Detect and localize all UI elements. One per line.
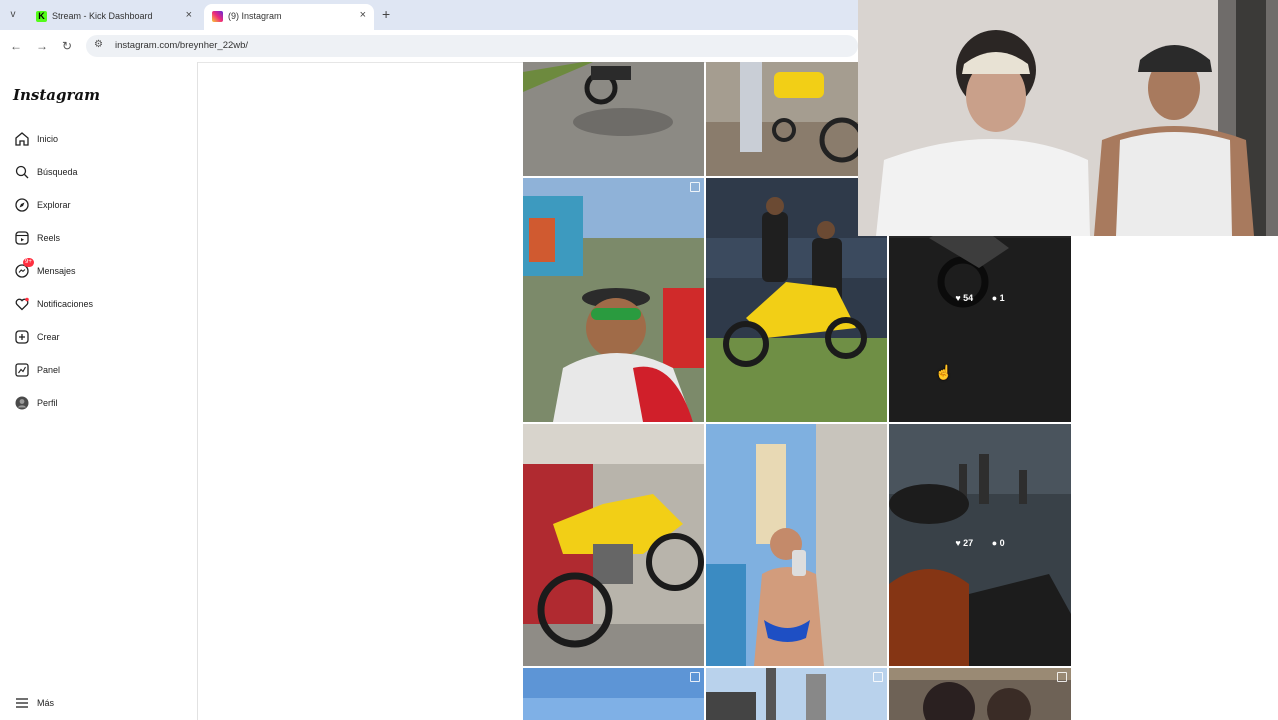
- post-thumbnail[interactable]: [523, 668, 704, 720]
- home-icon: [15, 132, 29, 146]
- sidebar-item-label: Más: [37, 698, 55, 708]
- multiple-posts-icon: [1057, 672, 1067, 682]
- post-image: [706, 424, 887, 666]
- webcam-video: [858, 0, 1278, 236]
- sidebar-item-label: Perfil: [37, 398, 58, 408]
- browser-tab-bar: v K Stream - Kick Dashboard × (9) Instag…: [0, 0, 858, 30]
- sidebar-item-explorar[interactable]: Explorar: [14, 195, 184, 217]
- post-thumbnail[interactable]: [706, 668, 887, 720]
- post-image: [523, 424, 704, 666]
- tab-kick-dashboard[interactable]: K Stream - Kick Dashboard ×: [28, 4, 200, 30]
- multiple-posts-icon: [690, 182, 700, 192]
- chart-icon: [15, 363, 29, 377]
- sidebar-item-reels[interactable]: Reels: [14, 228, 184, 250]
- webcam-overlay: [858, 0, 1278, 236]
- sidebar-item-label: Explorar: [37, 200, 71, 210]
- sidebar-item-notificaciones[interactable]: Notificaciones: [14, 294, 184, 316]
- search-icon: [15, 165, 29, 179]
- tab-instagram[interactable]: (9) Instagram ×: [204, 4, 374, 30]
- instagram-favicon-icon: [212, 11, 223, 22]
- sidebar-item-crear[interactable]: Crear: [14, 327, 184, 349]
- multiple-posts-icon: [873, 672, 883, 682]
- sidebar-item-label: Búsqueda: [37, 167, 78, 177]
- url-text: instagram.com/breynher_22wb/: [115, 40, 249, 51]
- post-stats: ♥ 27 ● 0: [889, 538, 1071, 548]
- messages-badge: 9+: [23, 258, 34, 267]
- reload-button[interactable]: ↻: [62, 39, 72, 53]
- post-thumbnail[interactable]: [706, 62, 858, 176]
- sidebar-item-panel[interactable]: Panel: [14, 360, 184, 382]
- post-image: [706, 62, 858, 176]
- tab-close-button[interactable]: ×: [360, 9, 366, 21]
- sidebar-item-busqueda[interactable]: Búsqueda: [14, 162, 184, 184]
- kick-favicon-icon: K: [36, 11, 47, 22]
- instagram-logo[interactable]: Instagram: [13, 86, 100, 104]
- post-thumbnail[interactable]: [523, 62, 704, 176]
- menu-icon: [16, 698, 28, 708]
- post-thumbnail[interactable]: [523, 178, 704, 422]
- comment-icon: ●: [991, 538, 998, 548]
- back-button[interactable]: ←: [10, 39, 22, 53]
- post-image: [523, 62, 704, 176]
- forward-button[interactable]: →: [36, 39, 48, 53]
- post-image: [889, 668, 1071, 720]
- heart-icon: [15, 297, 29, 311]
- reels-icon: [15, 231, 29, 245]
- plus-square-icon: [15, 330, 29, 344]
- heart-icon: ♥: [955, 538, 961, 548]
- post-image: [523, 668, 704, 720]
- sidebar-item-label: Inicio: [37, 134, 59, 144]
- post-thumbnail[interactable]: [706, 424, 887, 666]
- sidebar-item-mensajes[interactable]: 9+ Mensajes: [14, 258, 184, 283]
- sidebar-item-label: Panel: [37, 365, 61, 375]
- browser-toolbar: ← → ↻ ⚙ instagram.com/breynher_22wb/: [0, 30, 858, 63]
- sidebar-item-label: Crear: [37, 332, 60, 342]
- post-image: [706, 668, 887, 720]
- post-thumbnail[interactable]: [523, 424, 704, 666]
- sidebar-item-inicio[interactable]: Inicio: [14, 129, 184, 151]
- sidebar-item-mas[interactable]: Más: [14, 693, 184, 715]
- sidebar-item-label: Reels: [37, 233, 61, 243]
- new-tab-button[interactable]: +: [382, 6, 390, 22]
- sidebar-item-label: Mensajes: [37, 266, 76, 276]
- sidebar-item-perfil[interactable]: Perfil: [14, 393, 184, 415]
- instagram-sidebar: Instagram Inicio Búsqueda Explorar Reels…: [0, 62, 198, 720]
- tab-title: (9) Instagram: [228, 11, 282, 21]
- mouse-cursor-icon: ☝: [935, 364, 953, 380]
- post-stats: ♥ 54 ● 1: [889, 293, 1071, 303]
- post-thumbnail-hovered[interactable]: ♥ 27 ● 0: [889, 424, 1071, 666]
- comments-count: 0: [999, 538, 1005, 548]
- compass-icon: [15, 198, 29, 212]
- sidebar-item-label: Notificaciones: [37, 299, 94, 309]
- address-bar[interactable]: ⚙ instagram.com/breynher_22wb/: [86, 35, 858, 57]
- post-image: [523, 178, 704, 422]
- comments-count: 1: [999, 293, 1005, 303]
- post-thumbnail[interactable]: [889, 668, 1071, 720]
- comment-icon: ●: [991, 293, 998, 303]
- tab-close-button[interactable]: ×: [186, 9, 192, 21]
- likes-count: 27: [963, 538, 974, 548]
- tab-title: Stream - Kick Dashboard: [52, 11, 153, 21]
- multiple-posts-icon: [690, 672, 700, 682]
- tab-search-button[interactable]: v: [4, 6, 22, 24]
- likes-count: 54: [963, 293, 974, 303]
- avatar-icon: [15, 396, 29, 410]
- heart-icon: ♥: [955, 293, 961, 303]
- site-info-icon[interactable]: ⚙: [94, 39, 103, 50]
